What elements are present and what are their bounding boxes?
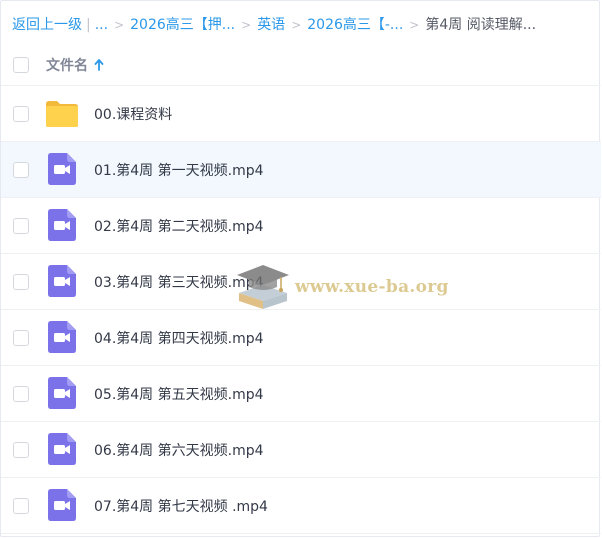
file-list-header: 文件名 <box>1 44 601 86</box>
file-row[interactable]: 03.第4周 第三天视频.mp4 <box>1 254 601 310</box>
select-all-checkbox[interactable] <box>13 57 29 73</box>
video-file-icon <box>45 489 79 523</box>
video-file-icon <box>45 209 79 243</box>
file-list-panel: 返回上一级 | ... > 2026高三【押... > 英语 > 2026高三【… <box>0 0 601 537</box>
row-checkbox[interactable] <box>13 330 29 346</box>
column-header-label: 文件名 <box>46 57 88 74</box>
row-checkbox[interactable] <box>13 442 29 458</box>
file-name[interactable]: 01.第4周 第一天视频.mp4 <box>94 160 264 180</box>
breadcrumb-current: 第4周 阅读理解... <box>425 17 537 33</box>
breadcrumb-separator: > <box>291 18 302 32</box>
folder-icon <box>45 97 79 131</box>
row-checkbox[interactable] <box>13 218 29 234</box>
row-checkbox[interactable] <box>13 498 29 514</box>
breadcrumb-ellipsis[interactable]: ... <box>95 15 108 35</box>
file-row[interactable]: 05.第4周 第五天视频.mp4 <box>1 366 601 422</box>
breadcrumb-separator: > <box>114 18 125 32</box>
file-name[interactable]: 00.课程资料 <box>94 104 172 124</box>
video-file-icon <box>45 433 79 467</box>
file-row[interactable]: 06.第4周 第六天视频.mp4 <box>1 422 601 478</box>
file-name[interactable]: 05.第4周 第五天视频.mp4 <box>94 384 264 404</box>
file-row[interactable]: 04.第4周 第四天视频.mp4 <box>1 310 601 366</box>
back-link[interactable]: 返回上一级 <box>12 15 82 35</box>
breadcrumb-item[interactable]: 2026高三【-... <box>307 15 403 35</box>
sort-ascending-icon <box>94 58 104 71</box>
column-header-filename[interactable]: 文件名 <box>46 55 104 75</box>
video-file-icon <box>45 153 79 187</box>
breadcrumb: 返回上一级 | ... > 2026高三【押... > 英语 > 2026高三【… <box>12 15 536 35</box>
file-name[interactable]: 02.第4周 第二天视频.mp4 <box>94 216 264 236</box>
file-name[interactable]: 03.第4周 第三天视频.mp4 <box>94 272 264 292</box>
row-checkbox[interactable] <box>13 386 29 402</box>
file-row[interactable]: 01.第4周 第一天视频.mp4 <box>1 142 601 198</box>
file-row[interactable]: 02.第4周 第二天视频.mp4 <box>1 198 601 254</box>
video-file-icon <box>45 321 79 355</box>
breadcrumb-item[interactable]: 2026高三【押... <box>130 15 235 35</box>
row-checkbox[interactable] <box>13 162 29 178</box>
breadcrumb-separator: > <box>241 18 252 32</box>
breadcrumb-item[interactable]: 英语 <box>257 15 285 35</box>
video-file-icon <box>45 377 79 411</box>
file-row[interactable]: 07.第4周 第七天视频 .mp4 <box>1 478 601 534</box>
file-name[interactable]: 07.第4周 第七天视频 .mp4 <box>94 496 268 516</box>
row-checkbox[interactable] <box>13 106 29 122</box>
video-file-icon <box>45 265 79 299</box>
folder-row[interactable]: 00.课程资料 <box>1 86 601 142</box>
breadcrumb-separator: > <box>409 18 420 32</box>
file-name[interactable]: 04.第4周 第四天视频.mp4 <box>94 328 264 348</box>
breadcrumb-divider: | <box>86 17 91 33</box>
file-name[interactable]: 06.第4周 第六天视频.mp4 <box>94 440 264 460</box>
row-checkbox[interactable] <box>13 274 29 290</box>
